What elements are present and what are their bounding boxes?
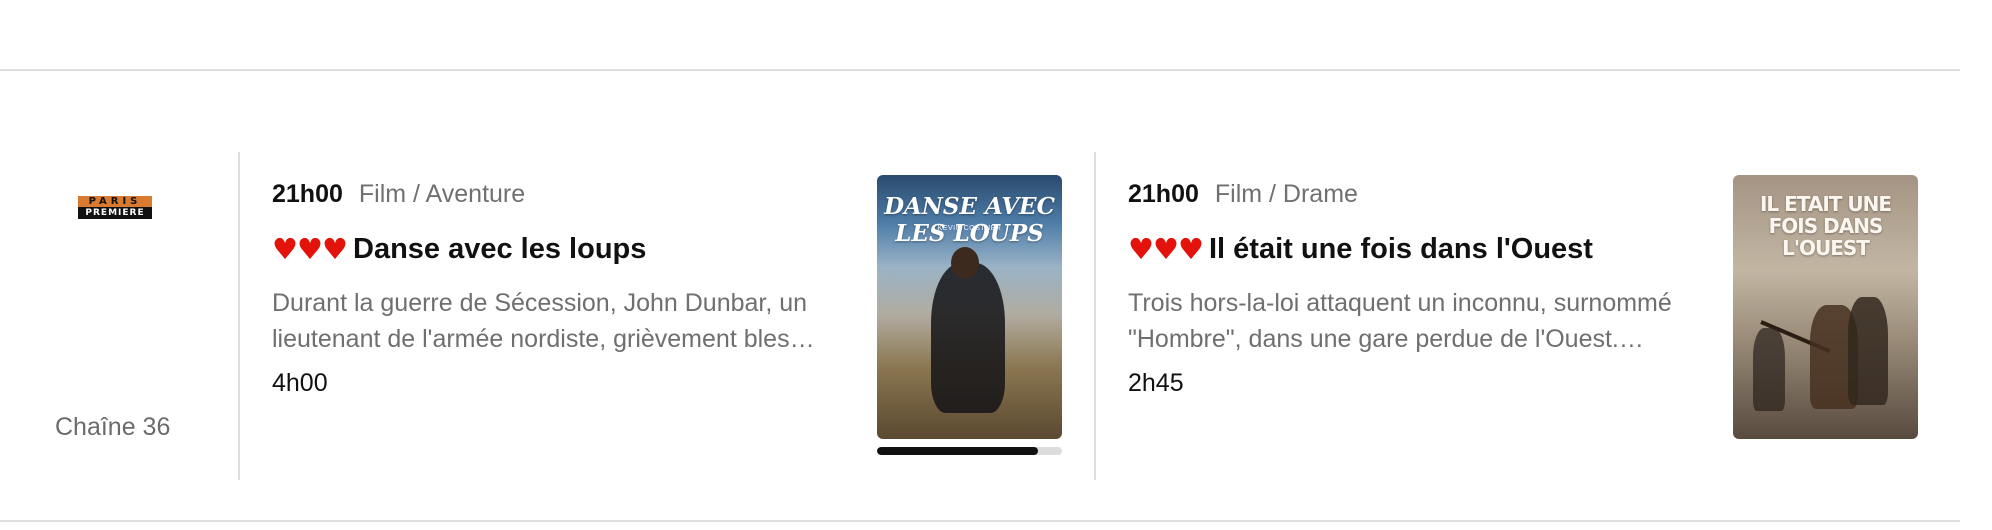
poster-figure [1848, 297, 1888, 405]
heart-icon: ♥♥♥ [272, 232, 348, 266]
channel-number: Chaîne 36 [55, 413, 171, 441]
program-separator [1094, 152, 1096, 480]
program-description: Trois hors-la-loi attaquent un inconnu, … [1128, 289, 1672, 353]
channel-logo[interactable]: PARIS PREMIERE [78, 196, 152, 219]
top-divider [0, 69, 1960, 71]
program-separator [238, 152, 240, 480]
watch-progress-bar [877, 447, 1062, 455]
program-description: Durant la guerre de Sécession, John Dunb… [272, 289, 815, 353]
program-title[interactable]: Danse avec les loups [353, 233, 646, 266]
channel-logo-bottom-text: PREMIERE [78, 207, 152, 219]
program-genre: Film / Drame [1214, 179, 1358, 208]
heart-icon: ♥♥♥ [1128, 232, 1204, 266]
program-time: 21h00 [1128, 179, 1199, 208]
poster-subtitle: KEVIN COSTNER [937, 225, 1002, 232]
poster-title: IL ETAIT UNE FOIS DANS L'OUEST [1759, 192, 1892, 260]
program-card[interactable]: 21h00 Film / Aventure ♥♥♥ Danse avec les… [272, 176, 872, 398]
program-title-row: ♥♥♥ Il était une fois dans l'Ouest [1128, 228, 1728, 270]
poster-title: DANSE AVEC LES LOUPS [884, 193, 1055, 247]
poster-figure [1753, 328, 1785, 411]
program-card[interactable]: 21h00 Film / Drame ♥♥♥ Il était une fois… [1128, 176, 1728, 398]
poster-figure [931, 263, 1005, 413]
program-poster[interactable]: IL ETAIT UNE FOIS DANS L'OUEST [1733, 175, 1918, 439]
channel-logo-top-text: PARIS [78, 196, 152, 207]
program-duration: 2h45 [1128, 369, 1184, 397]
program-meta-row: 21h00 Film / Drame [1128, 176, 1728, 212]
poster-figure-head [951, 247, 979, 279]
program-title-row: ♥♥♥ Danse avec les loups [272, 228, 872, 270]
program-title[interactable]: Il était une fois dans l'Ouest [1209, 233, 1593, 266]
watch-progress-fill [877, 447, 1038, 455]
bottom-divider [0, 520, 1960, 522]
program-genre: Film / Aventure [358, 179, 526, 208]
program-poster[interactable]: DANSE AVEC LES LOUPS KEVIN COSTNER [877, 175, 1062, 439]
program-duration: 4h00 [272, 369, 328, 397]
program-time: 21h00 [272, 179, 343, 208]
program-meta-row: 21h00 Film / Aventure [272, 176, 872, 212]
